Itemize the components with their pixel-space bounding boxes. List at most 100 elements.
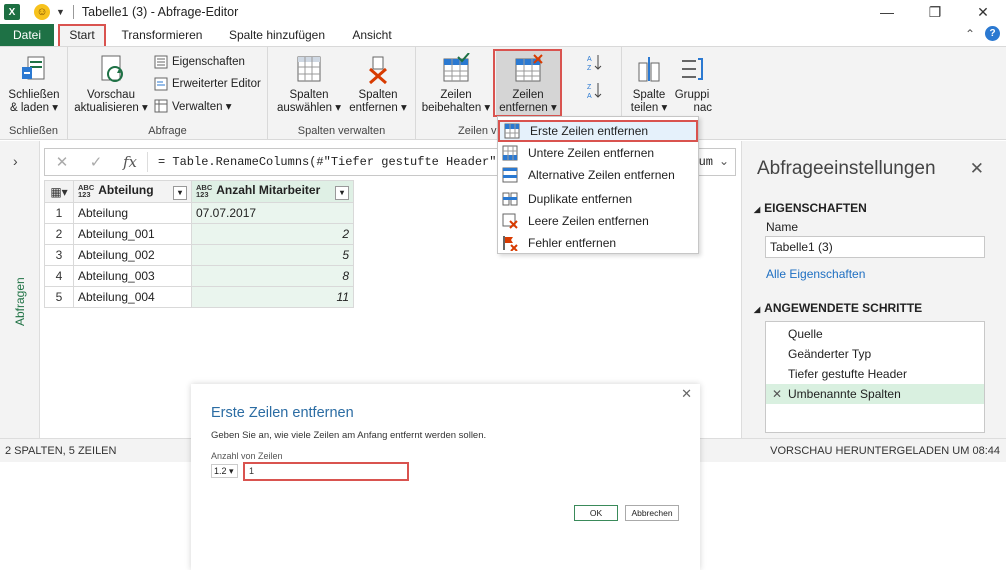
- smiley-feedback-icon[interactable]: ☺: [34, 4, 50, 20]
- schliessen-laden-button[interactable]: Schließen & laden ▾: [4, 51, 64, 115]
- menu-item-alternative-zeilen[interactable]: Alternative Zeilen entfernen: [498, 164, 698, 186]
- spalten-entfernen-button[interactable]: Spalten entfernen ▾: [344, 51, 412, 115]
- tab-spalte-hinzufuegen[interactable]: Spalte hinzufügen: [222, 24, 332, 46]
- table-menu-icon[interactable]: ▦▾: [44, 180, 74, 203]
- table-cell[interactable]: 5: [191, 244, 354, 266]
- name-label: Name: [766, 220, 799, 234]
- table-row[interactable]: 1 Abteilung 07.07.2017: [44, 202, 354, 224]
- spalte-teilen-button[interactable]: Spalte teilen ▾: [626, 51, 672, 115]
- query-name-input[interactable]: Tabelle1 (3): [765, 236, 985, 258]
- fx-icon[interactable]: fx: [113, 153, 147, 171]
- formula-expand-icon[interactable]: ⌄: [719, 154, 729, 168]
- table-cell[interactable]: 07.07.2017: [191, 202, 354, 224]
- table-row[interactable]: 4 Abteilung_003 8: [44, 265, 354, 287]
- window-title: Tabelle1 (3) - Abfrage-Editor: [81, 5, 239, 19]
- menu-item-fehler[interactable]: Fehler entfernen: [498, 232, 698, 254]
- collapse-ribbon-icon[interactable]: ⌃: [965, 27, 975, 41]
- section-angewendete-schritte[interactable]: ◢ ANGEWENDETE SCHRITTE: [754, 301, 922, 315]
- sort-ascending-icon[interactable]: AZ: [586, 53, 602, 71]
- type-any-icon[interactable]: ABC 123: [78, 184, 94, 199]
- formula-cancel-icon[interactable]: ✕: [45, 153, 79, 171]
- eigenschaften-label: Eigenschaften: [172, 56, 245, 68]
- collapse-triangle-icon[interactable]: ◢: [754, 305, 760, 314]
- group-label-schliessen: Schließen: [9, 125, 58, 137]
- step-item[interactable]: Geänderter Typ: [766, 344, 984, 364]
- remove-duplicates-icon: [502, 192, 518, 206]
- remove-errors-icon: [503, 236, 518, 251]
- erweiterter-editor-button[interactable]: Erweiterter Editor: [154, 77, 261, 91]
- zeilen-beibehalten-label2: beibehalten ▾: [421, 102, 491, 114]
- tab-start[interactable]: Start: [58, 24, 106, 46]
- ribbon-tabs: Datei Start Transformieren Spalte hinzuf…: [0, 24, 1006, 46]
- queries-sidebar[interactable]: › Abfragen: [0, 141, 40, 438]
- table-row[interactable]: 5 Abteilung_004 11: [44, 286, 354, 308]
- type-any-icon[interactable]: ABC 123: [196, 184, 212, 199]
- table-cell[interactable]: Abteilung_003: [73, 265, 192, 287]
- menu-item-untere-zeilen[interactable]: Untere Zeilen entfernen: [498, 142, 698, 164]
- close-settings-icon[interactable]: ✕: [970, 159, 984, 179]
- eigenschaften-button[interactable]: Eigenschaften: [154, 55, 245, 69]
- vorschau-aktualisieren-button[interactable]: Vorschau aktualisieren ▾: [72, 51, 150, 115]
- table-row[interactable]: 2 Abteilung_001 2: [44, 223, 354, 245]
- section-eigenschaften[interactable]: ◢ EIGENSCHAFTEN: [754, 201, 867, 215]
- help-icon[interactable]: ?: [985, 26, 1000, 41]
- formula-confirm-icon[interactable]: ✓: [79, 153, 113, 171]
- number-type-selector[interactable]: 1.2 ▾: [211, 464, 238, 478]
- cancel-button[interactable]: Abbrechen: [625, 505, 679, 521]
- tab-transformieren[interactable]: Transformieren: [116, 24, 208, 46]
- tab-datei[interactable]: Datei: [0, 24, 54, 46]
- queries-label[interactable]: Abfragen: [13, 277, 27, 326]
- zeilen-entfernen-highlight: [493, 49, 562, 117]
- collapse-triangle-icon[interactable]: ◢: [754, 205, 760, 214]
- gruppieren-button[interactable]: Gruppi nac: [672, 51, 712, 115]
- column-header-abteilung[interactable]: ABC 123 Abteilung ▾: [73, 180, 192, 203]
- zeilen-beibehalten-label1: Zeilen: [440, 89, 472, 101]
- dialog-close-icon[interactable]: ✕: [681, 386, 692, 402]
- close-load-icon: [22, 56, 45, 80]
- table-cell[interactable]: Abteilung_001: [73, 223, 192, 245]
- filter-dropdown-icon[interactable]: ▾: [173, 186, 187, 200]
- sort-buttons[interactable]: AZ ZA: [586, 53, 602, 99]
- alle-eigenschaften-link[interactable]: Alle Eigenschaften: [766, 267, 865, 281]
- row-count-label: Anzahl von Zeilen: [211, 451, 283, 461]
- zeilen-beibehalten-button[interactable]: Zeilen beibehalten ▾: [420, 51, 492, 115]
- formula-input[interactable]: = Table.RenameColumns(#"Tiefer gestufte …: [158, 155, 518, 169]
- refresh-preview-icon: [101, 55, 123, 82]
- step-item[interactable]: Tiefer gestufte Header: [766, 364, 984, 384]
- filter-dropdown-icon[interactable]: ▾: [335, 186, 349, 200]
- expand-queries-icon[interactable]: ›: [13, 153, 18, 169]
- column-label: Abteilung: [98, 183, 154, 197]
- table-cell[interactable]: 8: [191, 265, 354, 287]
- delete-step-icon[interactable]: ✕: [772, 384, 782, 404]
- table-cell[interactable]: Abteilung_002: [73, 244, 192, 266]
- spalten-auswaehlen-button[interactable]: Spalten auswählen ▾: [274, 51, 344, 115]
- menu-item-leere-zeilen[interactable]: Leere Zeilen entfernen: [498, 210, 698, 232]
- table-cell[interactable]: 2: [191, 223, 354, 245]
- remove-top-rows-icon: [504, 123, 520, 139]
- step-item[interactable]: Quelle: [766, 324, 984, 344]
- aktualisieren-label: aktualisieren ▾: [74, 102, 148, 114]
- menu-item-duplikate[interactable]: Duplikate entfernen: [498, 188, 698, 210]
- sort-descending-icon[interactable]: ZA: [586, 81, 602, 99]
- table-row[interactable]: 3 Abteilung_002 5: [44, 244, 354, 266]
- group-spalten-verwalten: Spalten auswählen ▾ Spalten entfernen ▾ …: [268, 47, 416, 140]
- row-count-input[interactable]: 1: [243, 462, 409, 481]
- verwalten-button[interactable]: Verwalten ▾: [154, 99, 231, 113]
- column-header-anzahl[interactable]: ABC 123 Anzahl Mitarbeiter ▾: [191, 180, 354, 203]
- row-number: 1: [44, 202, 74, 224]
- table-cell[interactable]: Abteilung: [73, 202, 192, 224]
- quick-access-dropdown-icon[interactable]: ▼: [56, 7, 65, 17]
- minimize-button[interactable]: —: [864, 0, 910, 24]
- tab-ansicht[interactable]: Ansicht: [344, 24, 400, 46]
- manage-icon: [154, 99, 168, 113]
- step-label: Umbenannte Spalten: [788, 387, 901, 401]
- table-cell[interactable]: Abteilung_004: [73, 286, 192, 308]
- group-by-icon: [682, 58, 703, 80]
- close-window-button[interactable]: ✕: [960, 0, 1006, 24]
- data-table: ▦▾ ABC 123 Abteilung ▾ ABC 123 Anzahl Mitarb…: [44, 180, 354, 308]
- menu-item-erste-zeilen[interactable]: Erste Zeilen entfernen: [498, 120, 698, 142]
- step-item-active[interactable]: ✕ Umbenannte Spalten: [766, 384, 984, 404]
- table-cell[interactable]: 11: [191, 286, 354, 308]
- ok-button[interactable]: OK: [574, 505, 618, 521]
- restore-button[interactable]: ❐: [912, 0, 958, 24]
